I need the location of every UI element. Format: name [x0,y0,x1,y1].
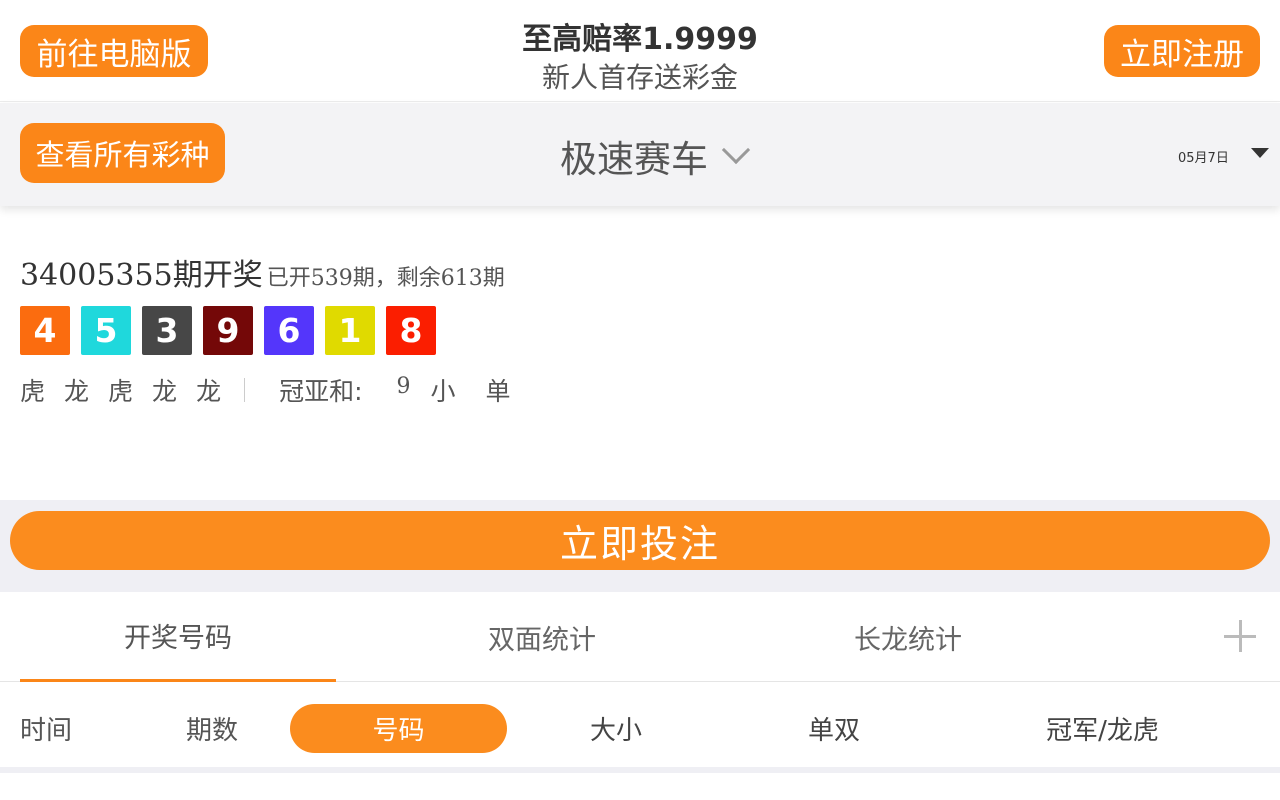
filter-big-small[interactable]: 大小 [566,704,666,753]
draw-header: 34005355 期开奖 已开539期，剩余613期 [20,250,505,294]
result-stats: 虎 龙 虎 龙 龙 冠亚和: 9 小 单 [20,372,511,408]
filter-numbers[interactable]: 号码 [290,704,507,753]
promo-title: 至高赔率1.9999 [522,22,758,57]
draw-issue-number: 34005355 [20,258,173,293]
draw-result-card: 34005355 期开奖 已开539期，剩余613期 4 5 3 9 6 1 8… [0,226,1280,500]
result-ball: 9 [203,306,253,355]
dragon-tiger-result: 龙 [64,377,90,406]
sum-size: 小 [430,377,456,406]
dragon-tiger-result: 虎 [20,377,46,406]
result-ball: 5 [81,306,131,355]
opened-prefix: 已开 [266,266,311,291]
register-button[interactable]: 立即注册 [1104,25,1260,77]
result-ball: 4 [20,306,70,355]
bet-area: 立即投注 [0,500,1280,592]
result-ball: 8 [386,306,436,355]
remaining-count: 613 [440,266,483,291]
date-selector[interactable]: 05月7日 [1178,147,1229,166]
promo-subtitle: 新人首存送彩金 [541,61,738,94]
draw-progress: 已开539期，剩余613期 [267,260,505,292]
plus-icon[interactable] [1224,620,1256,652]
game-selector[interactable]: 极速赛车 [560,129,780,183]
tab-long-dragon-stats[interactable]: 长龙统计 [758,592,1058,682]
filter-time[interactable]: 时间 [20,704,72,753]
opened-count: 539 [310,266,353,291]
dragon-tiger-result: 龙 [152,377,178,406]
result-balls: 4 5 3 9 6 1 8 [20,306,436,355]
sum-value: 9 [396,373,411,399]
sum-parity: 单 [485,377,511,406]
pc-version-button[interactable]: 前往电脑版 [20,25,208,77]
all-lotteries-button[interactable]: 查看所有彩种 [20,123,225,183]
filter-issue[interactable]: 期数 [162,704,262,753]
top-bar: 前往电脑版 至高赔率1.9999 新人首存送彩金 立即注册 [0,0,1280,102]
divider [244,378,246,402]
stats-tabs: 开奖号码 双面统计 长龙统计 [0,592,1280,682]
result-ball: 3 [142,306,192,355]
sum-label: 冠亚和: [279,377,363,406]
filter-champion-dragon-tiger[interactable]: 冠军/龙虎 [1030,704,1175,753]
remaining-prefix: 期，剩余 [352,266,441,291]
tab-draw-numbers[interactable]: 开奖号码 [20,592,336,682]
dragon-tiger-result: 虎 [108,377,134,406]
draw-issue-suffix: 期开奖 [172,258,263,293]
dragon-tiger-result: 龙 [196,377,222,406]
filter-odd-even[interactable]: 单双 [784,704,884,753]
result-ball: 1 [325,306,375,355]
remaining-suffix: 期 [482,266,505,291]
chevron-down-icon [721,135,751,165]
display-filters: 时间 期数 号码 大小 单双 冠军/龙虎 [0,683,1280,773]
lottery-selector-bar: 查看所有彩种 极速赛车 05月7日 [0,103,1280,206]
result-ball: 6 [264,306,314,355]
game-title: 极速赛车 [560,138,708,181]
caret-down-icon[interactable] [1251,148,1269,158]
bet-now-button[interactable]: 立即投注 [10,511,1270,570]
tab-two-sided-stats[interactable]: 双面统计 [392,592,692,682]
